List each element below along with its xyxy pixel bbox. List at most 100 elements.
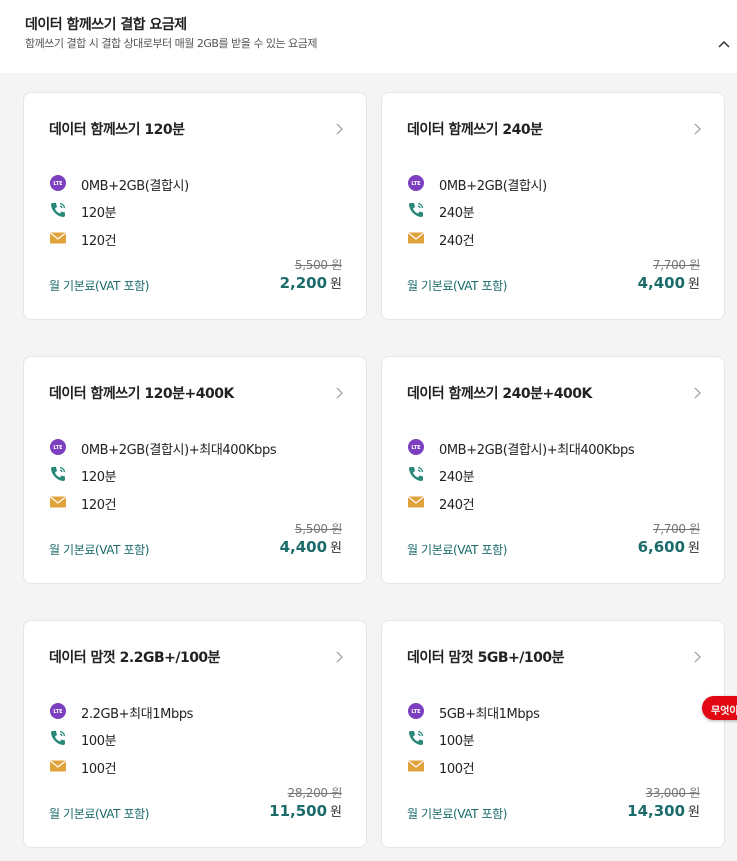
discounted-price: 4,400 원 (638, 273, 700, 292)
envelope-icon (49, 757, 67, 775)
data-allowance-text: 0MB+2GB(결합시) (81, 179, 189, 194)
original-price: 28,200 원 (287, 786, 343, 800)
voice-allowance: 100분 (407, 728, 707, 749)
monthly-fee-label: 월 기본료(VAT 포함) (407, 807, 508, 821)
chevron-right-icon[interactable] (692, 121, 702, 135)
voice-allowance: 100분 (49, 728, 349, 749)
voice-allowance: 240분 (407, 464, 707, 485)
sms-allowance-text: 240건 (439, 234, 475, 249)
monthly-fee-label: 월 기본료(VAT 포함) (407, 543, 508, 557)
price-value: 6,600 (637, 538, 686, 556)
sms-allowance-text: 120건 (81, 234, 117, 249)
monthly-fee-label: 월 기본료(VAT 포함) (49, 279, 150, 293)
plan-name: 데이터 함께쓰기 120분+400K (49, 386, 234, 402)
svg-text:LTE: LTE (411, 709, 421, 715)
data-allowance-text: 0MB+2GB(결합시)+최대400Kbps (81, 443, 277, 458)
plan-card[interactable]: 데이터 함께쓰기 120분 LTE 0MB+2GB(결합시) 120분 120건… (23, 92, 367, 320)
original-price: 5,500 원 (294, 258, 342, 272)
price-value: 2,200 (279, 274, 328, 292)
sms-allowance-text: 120건 (81, 498, 117, 513)
data-allowance: LTE 0MB+2GB(결합시)+최대400Kbps (49, 437, 349, 458)
plan-card[interactable]: 데이터 함께쓰기 240분+400K LTE 0MB+2GB(결합시)+최대40… (381, 356, 725, 584)
currency-unit: 원 (330, 541, 342, 556)
plan-card[interactable]: 데이터 맘껏 2.2GB+/100분 LTE 2.2GB+최대1Mbps 100… (23, 620, 367, 848)
chevron-right-icon[interactable] (334, 649, 344, 663)
chevron-right-icon[interactable] (334, 385, 344, 399)
plan-card[interactable]: 데이터 맘껏 5GB+/100분 LTE 5GB+최대1Mbps 100분 10… (381, 620, 725, 848)
voice-allowance: 240분 (407, 200, 707, 221)
svg-text:LTE: LTE (53, 709, 63, 715)
voice-allowance: 120분 (49, 464, 349, 485)
sms-allowance-text: 240건 (439, 498, 475, 513)
original-price: 7,700 원 (652, 258, 700, 272)
phone-call-icon (407, 465, 425, 483)
phone-call-icon (49, 201, 67, 219)
plan-name: 데이터 함께쓰기 240분 (407, 122, 543, 138)
data-allowance: LTE 2.2GB+최대1Mbps (49, 701, 349, 722)
discounted-price: 2,200 원 (280, 273, 342, 292)
sms-allowance-text: 100건 (439, 762, 475, 777)
envelope-icon (407, 493, 425, 511)
lte-icon: LTE (407, 702, 425, 720)
envelope-icon (407, 229, 425, 247)
voice-allowance-text: 120분 (81, 470, 117, 485)
price-value: 4,400 (637, 274, 686, 292)
sms-allowance: 100건 (49, 756, 349, 777)
lte-icon: LTE (49, 438, 67, 456)
svg-text:LTE: LTE (53, 445, 63, 451)
phone-call-icon (407, 201, 425, 219)
monthly-fee-label: 월 기본료(VAT 포함) (49, 807, 150, 821)
data-allowance: LTE 0MB+2GB(결합시)+최대400Kbps (407, 437, 707, 458)
plan-name: 데이터 함께쓰기 240분+400K (407, 386, 592, 402)
discounted-price: 11,500 원 (269, 801, 342, 820)
voice-allowance: 120분 (49, 200, 349, 221)
plan-card[interactable]: 데이터 함께쓰기 120분+400K LTE 0MB+2GB(결합시)+최대40… (23, 356, 367, 584)
plan-name: 데이터 맘껏 2.2GB+/100분 (49, 650, 221, 666)
discounted-price: 14,300 원 (627, 801, 700, 820)
svg-text:LTE: LTE (411, 181, 421, 187)
phone-call-icon (49, 729, 67, 747)
plan-name: 데이터 함께쓰기 120분 (49, 122, 185, 138)
data-allowance-text: 5GB+최대1Mbps (439, 707, 540, 722)
voice-allowance-text: 240분 (439, 470, 475, 485)
monthly-fee-label: 월 기본료(VAT 포함) (407, 279, 508, 293)
envelope-icon (407, 757, 425, 775)
currency-unit: 원 (688, 805, 700, 820)
original-price: 7,700 원 (652, 522, 700, 536)
phone-call-icon (49, 465, 67, 483)
svg-text:LTE: LTE (411, 445, 421, 451)
discounted-price: 6,600 원 (638, 537, 700, 556)
floating-help-badge[interactable]: 무엇이 (702, 696, 737, 720)
envelope-icon (49, 229, 67, 247)
sms-allowance: 120건 (49, 228, 349, 249)
currency-unit: 원 (688, 277, 700, 292)
lte-icon: LTE (49, 702, 67, 720)
voice-allowance-text: 120분 (81, 206, 117, 221)
chevron-right-icon[interactable] (692, 385, 702, 399)
voice-allowance-text: 100분 (439, 734, 475, 749)
chevron-right-icon[interactable] (692, 649, 702, 663)
lte-icon: LTE (49, 174, 67, 192)
voice-allowance-text: 100분 (81, 734, 117, 749)
discounted-price: 4,400 원 (280, 537, 342, 556)
section-header: 데이터 함께쓰기 결합 요금제 함께쓰기 결합 시 결합 상대로부터 매월 2G… (0, 0, 737, 73)
data-allowance-text: 0MB+2GB(결합시) (439, 179, 547, 194)
sms-allowance: 120건 (49, 492, 349, 513)
svg-text:LTE: LTE (53, 181, 63, 187)
plan-card[interactable]: 데이터 함께쓰기 240분 LTE 0MB+2GB(결합시) 240분 240건… (381, 92, 725, 320)
currency-unit: 원 (330, 277, 342, 292)
sms-allowance-text: 100건 (81, 762, 117, 777)
lte-icon: LTE (407, 174, 425, 192)
sms-allowance: 240건 (407, 492, 707, 513)
collapse-chevron-up-icon[interactable] (716, 36, 732, 50)
plan-name: 데이터 맘껏 5GB+/100분 (407, 650, 565, 666)
sms-allowance: 100건 (407, 756, 707, 777)
data-allowance: LTE 5GB+최대1Mbps (407, 701, 707, 722)
price-value: 11,500 (269, 802, 328, 820)
sms-allowance: 240건 (407, 228, 707, 249)
phone-call-icon (407, 729, 425, 747)
monthly-fee-label: 월 기본료(VAT 포함) (49, 543, 150, 557)
chevron-right-icon[interactable] (334, 121, 344, 135)
lte-icon: LTE (407, 438, 425, 456)
section-title: 데이터 함께쓰기 결합 요금제 (25, 17, 187, 33)
